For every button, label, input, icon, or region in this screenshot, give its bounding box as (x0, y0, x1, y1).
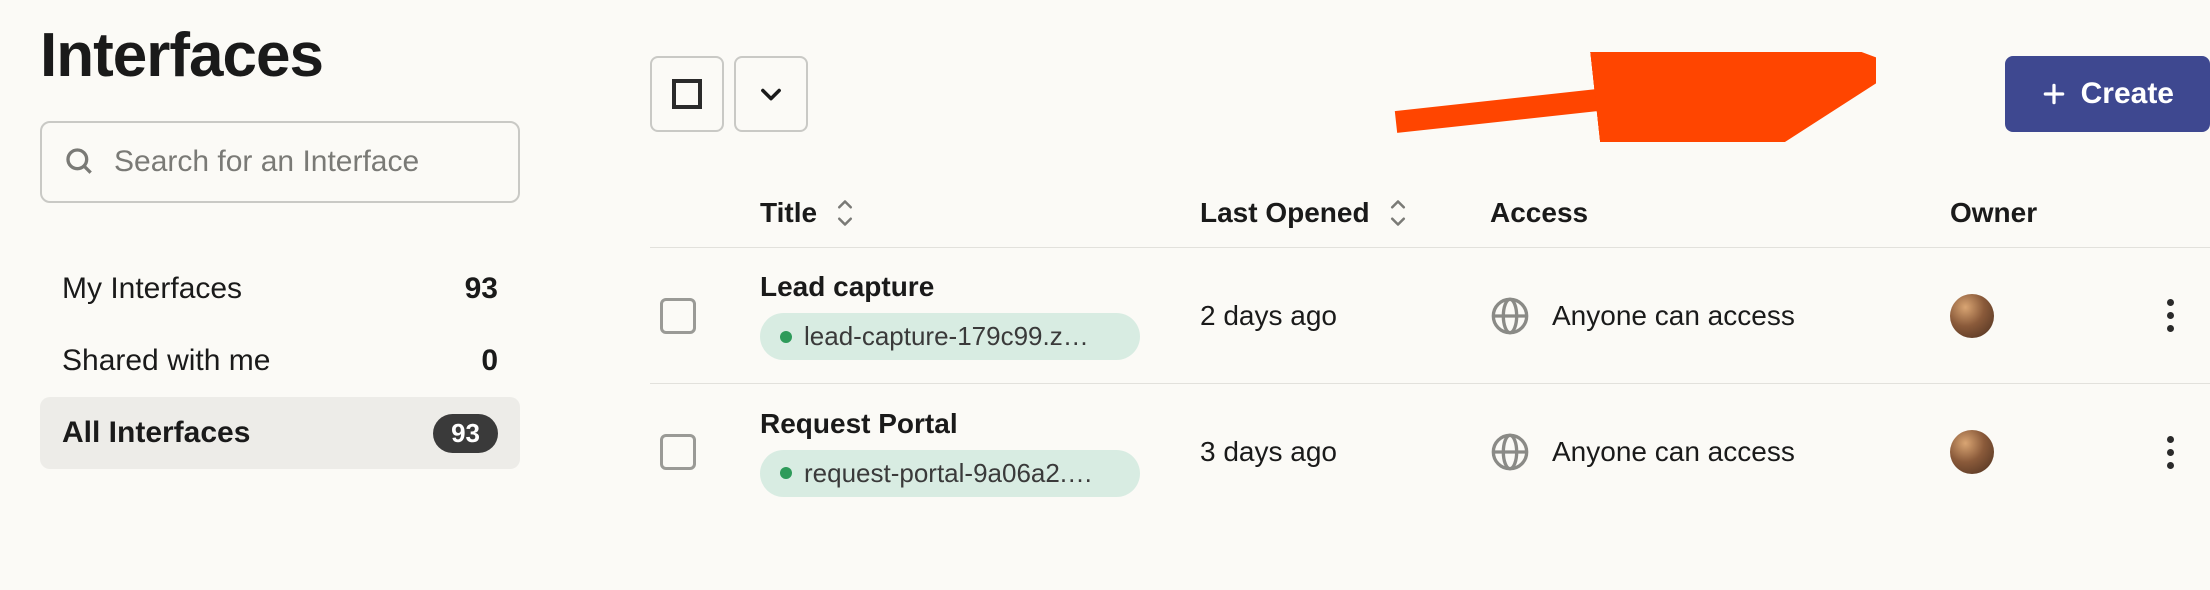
sidebar: Interfaces My Interfaces 93 Shared with … (0, 0, 560, 590)
sidebar-nav: My Interfaces 93 Shared with me 0 All In… (40, 253, 520, 469)
chevron-down-icon (757, 80, 785, 108)
row-actions-menu[interactable] (2150, 296, 2190, 336)
table-row[interactable]: Lead capture lead-capture-179c99.z… 2 da… (650, 248, 2210, 384)
sort-icon (1386, 198, 1410, 228)
create-button[interactable]: Create (2005, 56, 2210, 132)
chip-text: lead-capture-179c99.z… (804, 321, 1089, 352)
toolbar-dropdown-button[interactable] (734, 56, 808, 132)
row-checkbox[interactable] (660, 434, 696, 470)
last-opened-cell: 3 days ago (1200, 436, 1490, 468)
create-button-label: Create (2081, 77, 2174, 111)
row-actions-menu[interactable] (2150, 432, 2190, 472)
column-header-title[interactable]: Title (760, 197, 1200, 229)
interfaces-table: Title Last Opened Access Owner (650, 178, 2210, 520)
search-input[interactable] (114, 145, 496, 179)
globe-icon (1490, 296, 1530, 336)
sidebar-item-label: Shared with me (62, 344, 270, 378)
last-opened-cell: 2 days ago (1200, 300, 1490, 332)
table-header: Title Last Opened Access Owner (650, 178, 2210, 248)
sidebar-item-count: 93 (465, 272, 498, 306)
sidebar-item-shared-with-me[interactable]: Shared with me 0 (40, 325, 520, 397)
owner-avatar[interactable] (1950, 430, 1994, 474)
search-box[interactable] (40, 121, 520, 203)
column-header-access[interactable]: Access (1490, 197, 1950, 229)
column-header-owner[interactable]: Owner (1950, 197, 2150, 229)
access-text: Anyone can access (1552, 436, 1795, 468)
sidebar-item-label: All Interfaces (62, 416, 250, 450)
main-content: Create Title Last Opened (560, 0, 2210, 590)
toolbar-left (650, 56, 808, 132)
title-cell: Lead capture lead-capture-179c99.z… (760, 271, 1200, 360)
title-cell: Request Portal request-portal-9a06a2.… (760, 408, 1200, 497)
sidebar-item-all-interfaces[interactable]: All Interfaces 93 (40, 397, 520, 469)
row-title: Lead capture (760, 271, 1200, 303)
sidebar-item-label: My Interfaces (62, 272, 242, 306)
plus-icon (2041, 81, 2067, 107)
column-header-last-opened[interactable]: Last Opened (1200, 197, 1490, 229)
search-icon (64, 146, 96, 178)
sidebar-item-my-interfaces[interactable]: My Interfaces 93 (40, 253, 520, 325)
sidebar-item-count: 0 (481, 344, 498, 378)
sidebar-item-count-badge: 93 (433, 414, 498, 453)
square-icon (672, 79, 702, 109)
toolbar: Create (650, 56, 2210, 132)
access-cell: Anyone can access (1490, 432, 1950, 472)
url-chip[interactable]: request-portal-9a06a2.… (760, 450, 1140, 497)
url-chip[interactable]: lead-capture-179c99.z… (760, 313, 1140, 360)
access-cell: Anyone can access (1490, 296, 1950, 336)
chip-text: request-portal-9a06a2.… (804, 458, 1093, 489)
row-title: Request Portal (760, 408, 1200, 440)
table-row[interactable]: Request Portal request-portal-9a06a2.… 3… (650, 384, 2210, 520)
status-dot-icon (780, 467, 792, 479)
page-title: Interfaces (40, 20, 520, 91)
sort-icon (833, 198, 857, 228)
select-all-button[interactable] (650, 56, 724, 132)
owner-avatar[interactable] (1950, 294, 1994, 338)
row-checkbox[interactable] (660, 298, 696, 334)
status-dot-icon (780, 331, 792, 343)
globe-icon (1490, 432, 1530, 472)
access-text: Anyone can access (1552, 300, 1795, 332)
